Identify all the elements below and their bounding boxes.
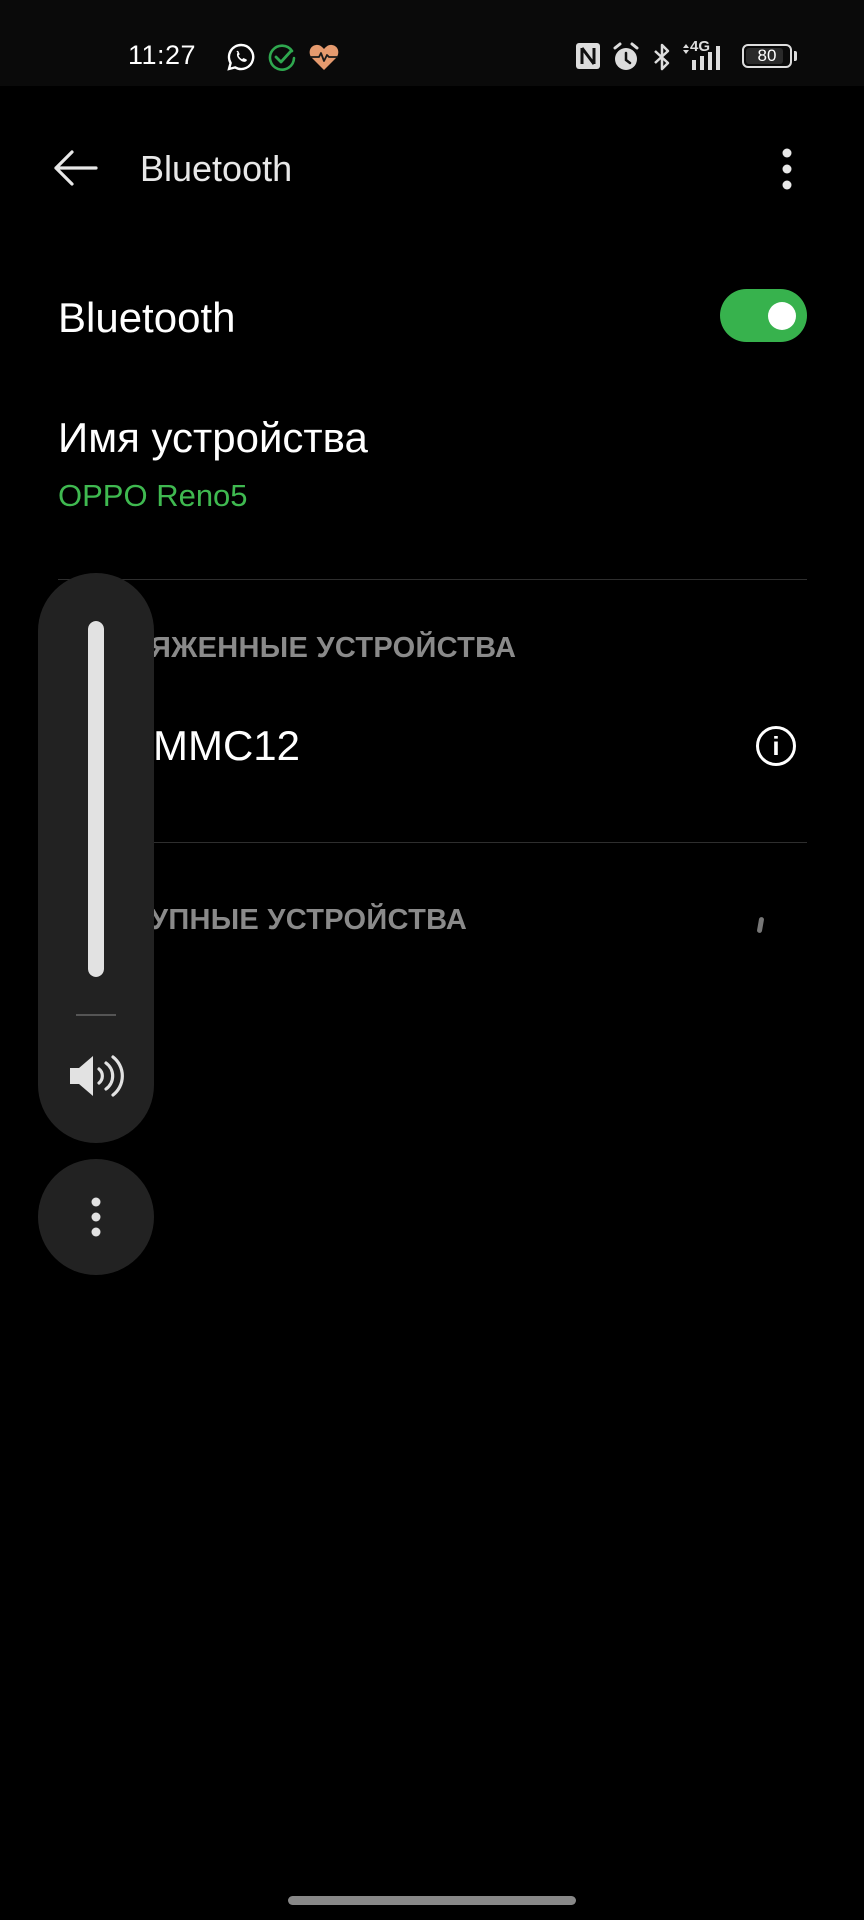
device-info-button[interactable]: i — [756, 726, 796, 766]
status-time: 11:27 — [128, 40, 197, 70]
home-indicator[interactable] — [288, 1896, 576, 1905]
alarm-icon — [613, 42, 639, 70]
info-icon: i — [772, 731, 780, 761]
divider — [58, 842, 807, 843]
toggle-knob — [768, 302, 796, 330]
bluetooth-toggle-label: Bluetooth — [58, 294, 236, 341]
battery-tip — [794, 51, 797, 61]
spinner-icon — [756, 916, 765, 934]
available-devices-heading: УПНЫЕ УСТРОЙСТВА — [150, 904, 468, 936]
device-name-value: OPPO Reno5 — [58, 478, 248, 513]
signal-icon — [692, 46, 720, 70]
heart-rate-icon — [309, 44, 339, 70]
volume-slider-fill — [88, 621, 104, 977]
speaker-icon — [70, 1055, 124, 1097]
bluetooth-toggle[interactable] — [720, 289, 807, 342]
more-options-button[interactable] — [770, 148, 804, 190]
divider — [58, 579, 807, 580]
page-title: Bluetooth — [140, 148, 293, 189]
volume-panel — [38, 573, 154, 1143]
arrow-left-icon — [54, 150, 98, 186]
back-button[interactable] — [52, 148, 100, 188]
status-bar: 11:27 4G 80 — [0, 0, 864, 86]
volume-mute-button[interactable] — [68, 1053, 124, 1099]
nfc-icon — [576, 43, 600, 69]
more-vertical-icon — [91, 1197, 101, 1237]
volume-more-button[interactable] — [38, 1159, 154, 1275]
check-circle-icon — [268, 44, 296, 71]
device-name-label: Имя устройства — [58, 414, 368, 461]
paired-device-name: MMC12 — [153, 722, 301, 769]
paired-device-item[interactable]: MMC12 i — [58, 718, 807, 778]
paired-devices-heading: ЯЖЕННЫЕ УСТРОЙСТВА — [150, 632, 517, 664]
bluetooth-icon — [654, 43, 670, 71]
volume-slider[interactable] — [88, 621, 104, 977]
whatsapp-icon — [227, 43, 255, 71]
battery-level-text: 80 — [757, 46, 777, 65]
volume-separator — [76, 1014, 116, 1016]
battery-indicator: 80 — [742, 44, 792, 68]
more-vertical-icon — [782, 148, 792, 190]
